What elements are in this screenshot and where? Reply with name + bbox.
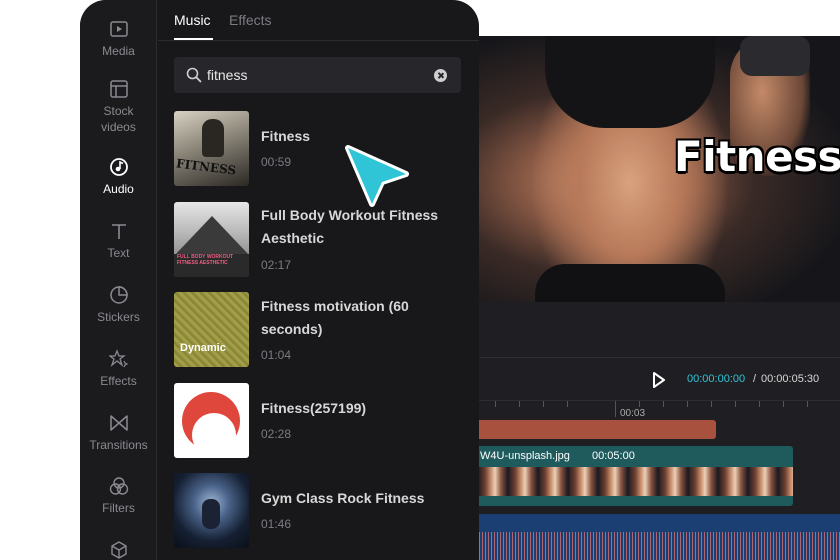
ruler-label: 00:03 (620, 408, 646, 419)
app-window: Fitness 00:00:00:00 / 00:00:05:30 00:03 … (0, 0, 840, 560)
sidebar-item-stickers[interactable]: Stickers (80, 285, 157, 325)
sidebar-item-stock-videos[interactable]: Stock videos (80, 79, 157, 135)
music-duration: 02:17 (261, 258, 292, 272)
timeline-ruler[interactable] (479, 400, 840, 420)
music-thumbnail (174, 473, 249, 548)
media-panel: Media Stock videos Audio Text Stickers E… (80, 0, 479, 560)
media-icon (109, 21, 128, 37)
sidebar-item-text[interactable]: Text (80, 221, 157, 261)
music-item-gym-class-rock[interactable]: Gym Class Rock Fitness 01:46 (174, 473, 464, 549)
music-thumbnail: FITNESS (174, 111, 249, 186)
music-item-fitness-motivation[interactable]: Dynamic Fitness motivation (60 seconds) … (174, 292, 464, 368)
video-clip-duration: 00:05:00 (592, 450, 635, 462)
divider (479, 357, 840, 358)
music-duration: 02:28 (261, 427, 292, 441)
music-title: Full Body Workout Fitness Aesthetic (261, 207, 439, 246)
music-duration: 00:59 (261, 155, 292, 169)
clear-search-icon[interactable] (434, 69, 447, 82)
stock-videos-icon (109, 80, 128, 98)
search-icon (186, 67, 202, 83)
effects-icon (108, 349, 128, 368)
transitions-icon (109, 415, 128, 431)
audio-icon (109, 158, 128, 176)
audio-track-clip[interactable] (479, 514, 840, 560)
video-clip-name: W4U-unsplash.jpg (480, 450, 570, 462)
music-title: Fitness motivation (60 seconds) (261, 298, 409, 337)
music-thumbnail: FULL BODY WORKOUT FITNESS AESTHETIC (174, 202, 249, 277)
time-separator: / (753, 373, 757, 385)
stickers-icon (109, 286, 128, 304)
music-title: Fitness(257199) (261, 400, 367, 416)
filters-icon (109, 477, 128, 495)
music-item-fitness[interactable]: FITNESS Fitness 00:59 (174, 111, 464, 187)
search-box (174, 57, 461, 93)
music-title: Gym Class Rock Fitness (261, 490, 425, 506)
sidebar-item-media[interactable]: Media (80, 19, 157, 59)
sidebar-item-filters[interactable]: Filters (80, 476, 157, 516)
sidebar-item-audio[interactable]: Audio (80, 157, 157, 197)
sidebar: Media Stock videos Audio Text Stickers E… (80, 0, 157, 560)
video-thumbnails (479, 467, 793, 496)
music-thumbnail: Dynamic (174, 292, 249, 367)
tab-effects[interactable]: Effects (229, 12, 272, 28)
sidebar-item-3d[interactable] (80, 540, 157, 560)
preview-text-overlay[interactable]: Fitness (674, 132, 840, 181)
cursor-pointer-icon (345, 145, 409, 207)
music-duration: 01:46 (261, 517, 292, 531)
divider (158, 40, 479, 41)
music-thumbnail (174, 383, 249, 458)
music-duration: 01:04 (261, 348, 292, 362)
play-icon[interactable] (651, 371, 667, 389)
music-item-full-body-workout[interactable]: FULL BODY WORKOUT FITNESS AESTHETIC Full… (174, 202, 464, 278)
total-time: 00:00:05:30 (761, 373, 820, 385)
music-item-fitness-257199[interactable]: Fitness(257199) 02:28 (174, 383, 464, 459)
cube-icon (110, 541, 127, 559)
sidebar-item-effects[interactable]: Effects (80, 349, 157, 389)
text-icon (111, 224, 126, 239)
search-input[interactable] (207, 65, 427, 85)
text-track-clip[interactable] (479, 420, 716, 439)
sidebar-item-transitions[interactable]: Transitions (80, 413, 157, 453)
video-track-clip[interactable]: W4U-unsplash.jpg 00:05:00 (479, 446, 793, 506)
current-time: 00:00:00:00 (687, 373, 746, 385)
audio-waveform (479, 532, 840, 560)
tab-music[interactable]: Music (174, 12, 211, 28)
